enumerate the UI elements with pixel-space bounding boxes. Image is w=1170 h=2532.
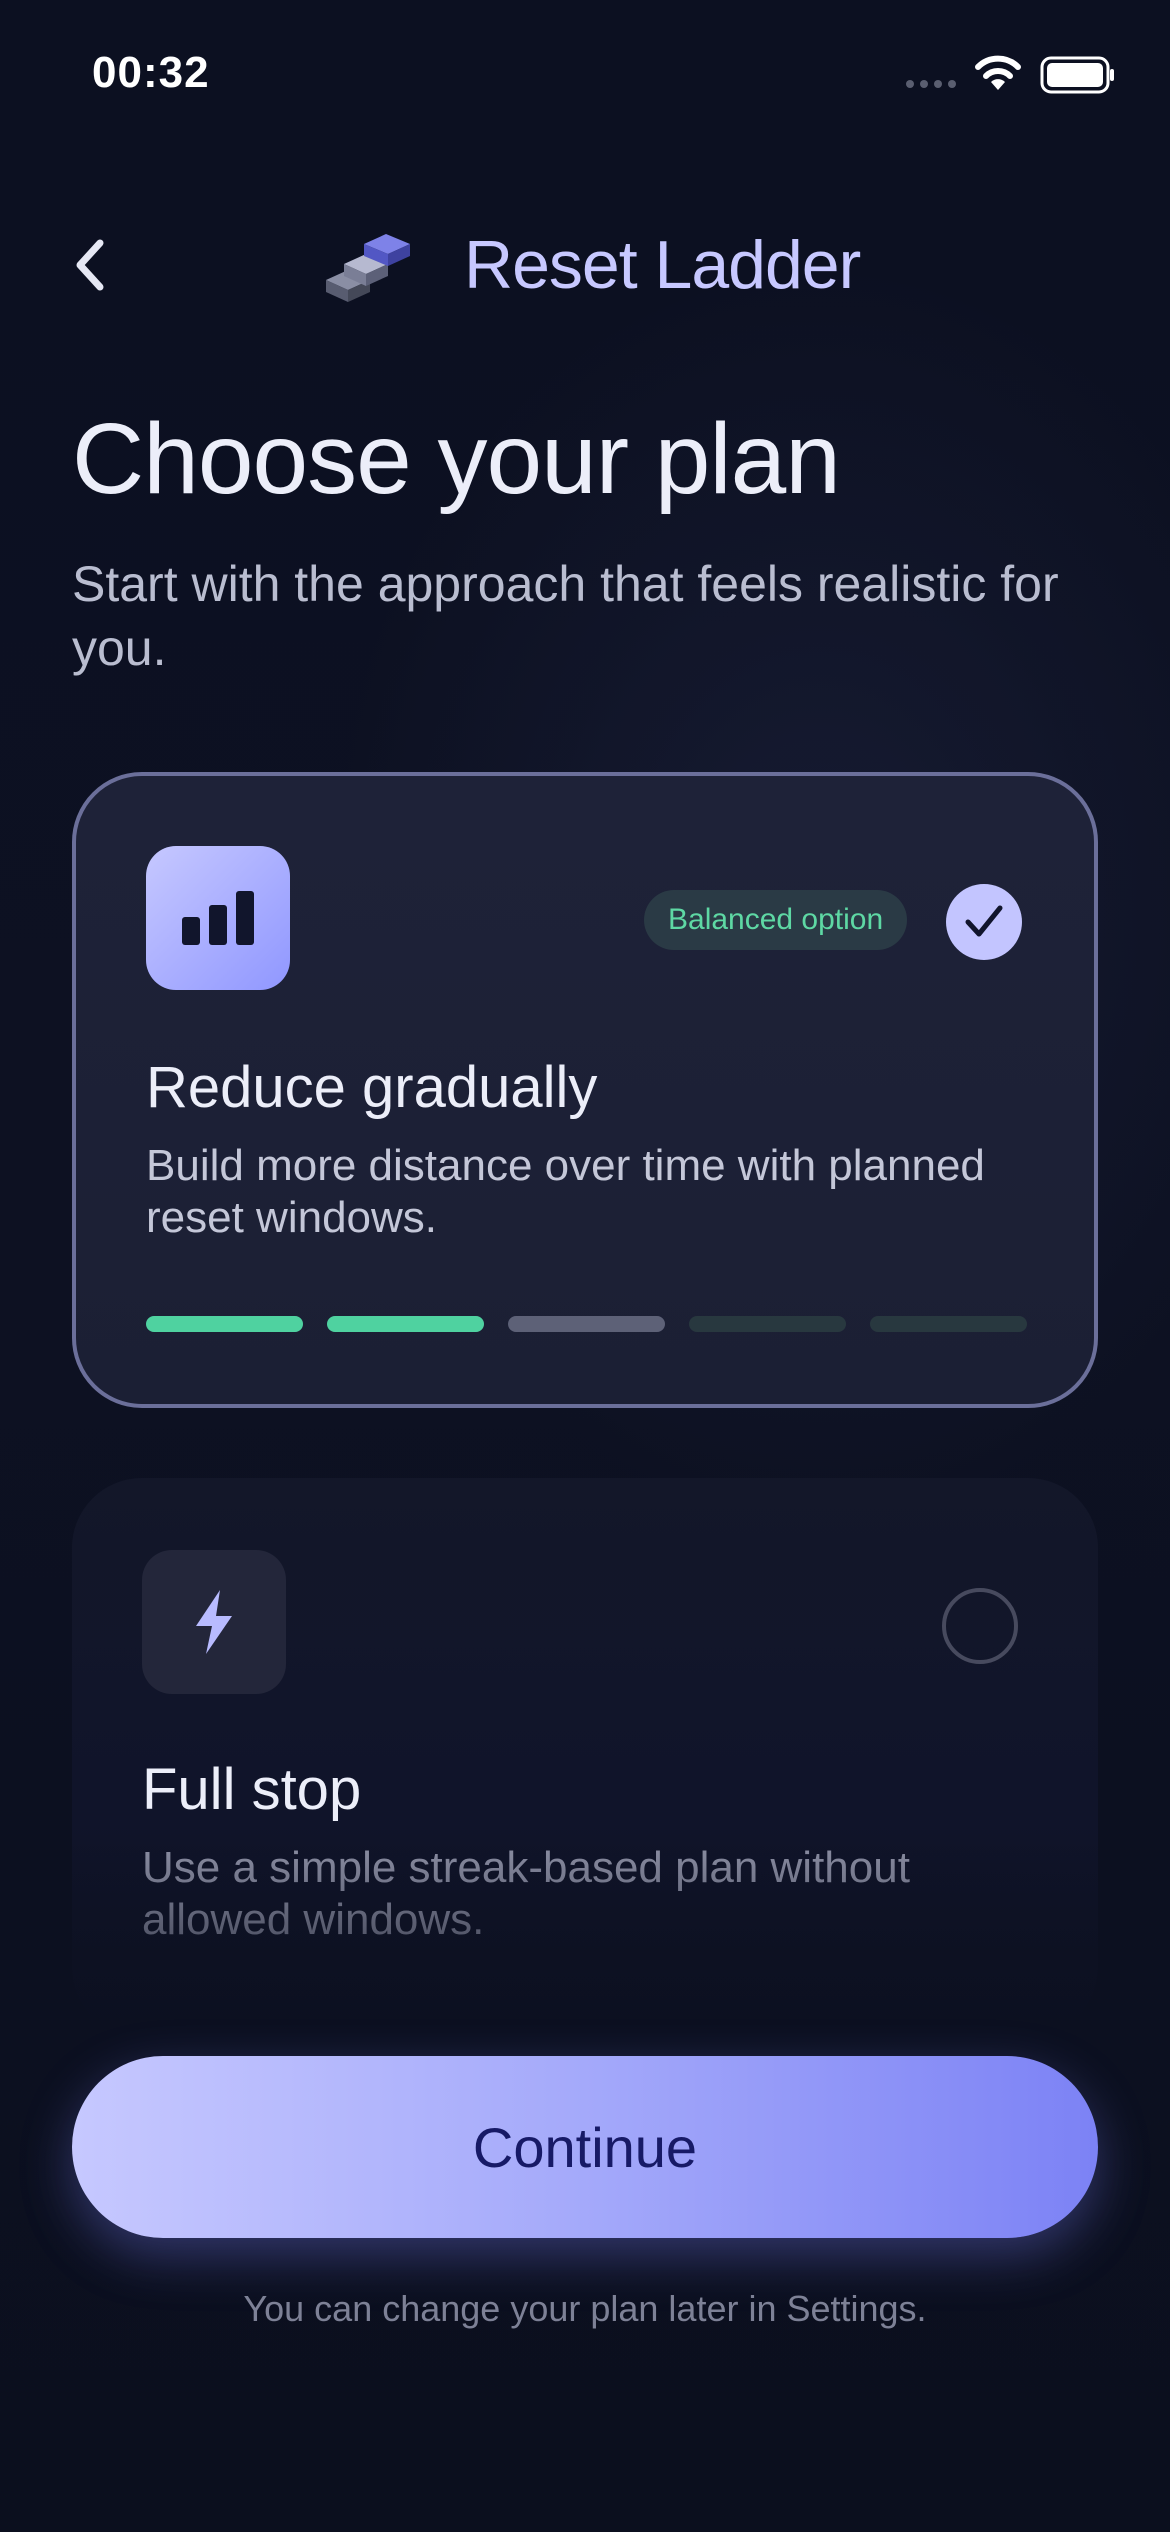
checkmark-icon (965, 905, 1003, 937)
progress-segment (689, 1316, 846, 1332)
plan-name: Full stop (142, 1757, 362, 1822)
lightning-bolt-icon (196, 1590, 232, 1654)
continue-button[interactable]: Continue (72, 2056, 1098, 2238)
plan-description: Use a simple streak-based plan without a… (142, 1843, 910, 1944)
page-title: Choose your plan (72, 403, 841, 515)
status-time: 00:32 (92, 48, 210, 97)
progress-segment (508, 1316, 665, 1332)
app-title: Reset Ladder (464, 227, 861, 303)
page-subtitle: Start with the approach that feels reali… (72, 556, 1059, 676)
progress-segment (870, 1316, 1027, 1332)
progress-segment (146, 1316, 303, 1332)
chevron-left-icon (76, 239, 104, 291)
plan-icon-tile (146, 846, 290, 990)
selected-check-indicator[interactable] (946, 884, 1022, 960)
plan-description: Build more distance over time with plann… (146, 1141, 985, 1242)
plan-card-reduce-gradually[interactable]: Balanced option Reduce gradually Build m… (72, 772, 1098, 1408)
plan-progress-indicator (146, 1316, 1027, 1332)
back-button[interactable] (60, 230, 120, 300)
plan-selection-screen: 00:32 Reset Ladder Choose your plan Star… (0, 0, 1170, 2532)
plan-icon-tile (142, 1550, 286, 1694)
cellular-signal-icon (906, 80, 956, 88)
balanced-option-badge: Balanced option (644, 890, 908, 950)
plan-name: Reduce gradually (146, 1055, 598, 1120)
footer-note: You can change your plan later in Settin… (243, 2288, 927, 2329)
wifi-icon (975, 55, 1021, 90)
stacked-steps-logo (326, 234, 410, 302)
unselected-radio-indicator[interactable] (942, 1588, 1018, 1664)
progress-segment (327, 1316, 484, 1332)
battery-icon (1040, 56, 1114, 94)
bar-chart-icon (182, 891, 254, 945)
plan-card-full-stop[interactable]: Full stop Use a simple streak-based plan… (72, 1478, 1098, 2038)
